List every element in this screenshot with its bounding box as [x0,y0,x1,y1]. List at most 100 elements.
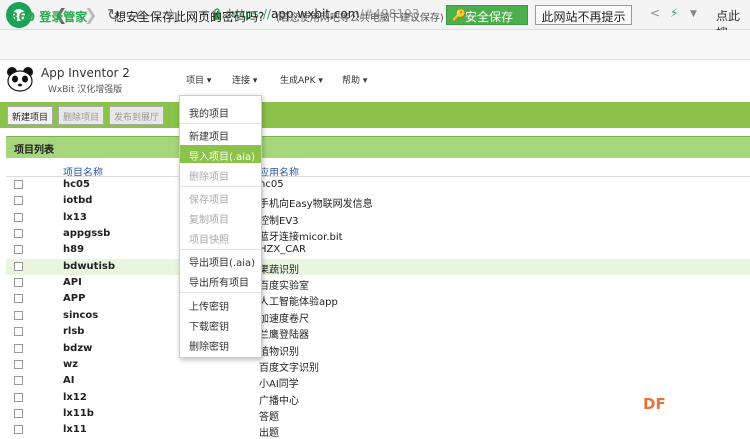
menu-item-delete-key[interactable]: 删除密钥 [180,335,261,353]
menu-item-delete-project[interactable]: 删除项目 [180,165,261,183]
row-checkbox[interactable] [14,213,23,222]
app-title: App Inventor 2 [41,66,130,80]
app-subtitle: WxBit 汉化增强版 [48,85,123,95]
save-question: 想安全保存此网页的密码吗? [114,10,265,24]
menu-item-upload-key[interactable]: 上传密钥 [180,295,261,313]
project-name[interactable]: lx12 [63,392,87,403]
project-name[interactable]: AI [63,375,74,386]
app-name: 加速度卷尺 [259,314,309,325]
row-checkbox[interactable] [14,344,23,353]
table-row[interactable]: lx13 控制EV3 [6,210,750,227]
project-name[interactable]: rlsb [63,326,84,337]
project-name[interactable]: appgssb [63,228,110,239]
project-name[interactable]: wz [63,359,78,370]
row-checkbox[interactable] [14,294,23,303]
row-checkbox[interactable] [14,376,23,385]
brand-label: 360 登录管家 [10,10,88,24]
project-name[interactable]: iotbd [63,195,92,206]
never-prompt-button[interactable]: 此网站不再提示 [535,5,632,25]
menu-item-export-all-projects[interactable]: 导出所有项目 [180,271,261,289]
project-name[interactable]: h89 [63,244,84,255]
table-row[interactable]: wz 百度文字识别 [6,357,750,374]
row-checkbox[interactable] [14,245,23,254]
row-checkbox[interactable] [14,327,23,336]
menu-item-project-snapshot[interactable]: 项目快照 [180,228,261,246]
table-row[interactable]: bdwutisb 果蔬识别 [6,259,750,276]
table-row[interactable]: rlsb 兰鹰登陆器 [6,324,750,341]
menu-connect[interactable]: 连接 ▾ [232,73,257,86]
project-name[interactable]: sincos [63,310,98,321]
table-row[interactable]: sincos 加速度卷尺 [6,308,750,325]
app-name: 控制EV3 [259,216,299,227]
app-name: 手机向Easy物联网发信息 [259,199,373,210]
save-note: (若您使用网吧等公共电脑下建议保存) [276,13,444,24]
row-checkbox[interactable] [14,278,23,287]
app-name: 人工智能体验app [259,297,338,308]
df-watermark: DF [643,395,666,413]
menu-build-apk[interactable]: 生成APK ▾ [280,73,323,86]
table-row[interactable]: lx11 出题 [6,422,750,439]
app-name: 答题 [259,412,279,423]
project-list-header: 项目列表 [6,136,750,158]
app-name: HZX_CAR [259,244,306,255]
menu-item-save-project[interactable]: 保存项目 [180,188,261,206]
menu-item-copy-project[interactable]: 复制项目 [180,208,261,226]
menu-item-download-key[interactable]: 下载密钥 [180,315,261,333]
project-menu-dropdown: 我的项目新建项目导入项目(.aia) 删除项目保存项目复制项目项目快照导出项目(.… [179,95,262,358]
menu-item-export-project[interactable]: 导出项目(.aia) [180,251,261,269]
menu-separator [180,123,261,124]
password-save-bar [0,30,750,60]
row-checkbox[interactable] [14,311,23,320]
row-checkbox[interactable] [14,180,23,189]
panda-logo-icon [7,67,33,92]
app-name: 植物识别 [259,347,299,358]
app-name: 百度文字识别 [259,363,319,374]
table-row[interactable]: AI 小AI同学 [6,373,750,390]
table-row[interactable]: lx11b 答题 [6,406,750,423]
row-checkbox[interactable] [14,360,23,369]
table-row[interactable]: API 百度实验室 [6,275,750,292]
row-checkbox[interactable] [14,393,23,402]
table-row[interactable]: bdzw 植物识别 [6,341,750,358]
app-name: 小AI同学 [259,379,299,390]
app-name: 百度实验室 [259,281,309,292]
project-name[interactable]: bdzw [63,343,92,354]
table-row[interactable]: lx12 广播中心 [6,390,750,407]
row-checkbox[interactable] [14,229,23,238]
project-name[interactable]: hc05 [63,179,90,190]
row-checkbox[interactable] [14,409,23,418]
project-name[interactable]: bdwutisb [63,261,115,272]
chevron-down-icon[interactable]: ▼ [690,9,697,19]
table-row[interactable]: iotbd 手机向Easy物联网发信息 [6,193,750,210]
row-checkbox[interactable] [14,425,23,434]
menu-item-import-project[interactable]: 导入项目(.aia) [180,145,261,163]
project-name[interactable]: API [63,277,82,288]
project-name[interactable]: lx11b [63,408,94,419]
menu-item-my-projects[interactable]: 我的项目 [180,102,261,120]
project-name[interactable]: APP [63,293,85,304]
table-row[interactable]: h89 HZX_CAR [6,242,750,258]
project-list-title: 项目列表 [14,145,54,156]
menu-project[interactable]: 项目 ▾ [186,73,211,86]
secure-save-button[interactable]: 🔑 安全保存 [446,5,528,25]
share-icon[interactable]: < [650,6,660,20]
row-checkbox[interactable] [14,262,23,271]
project-name[interactable]: lx11 [63,424,87,435]
project-name[interactable]: lx13 [63,212,87,223]
table-row[interactable]: hc05 hc05 [6,177,750,193]
lightning-icon[interactable]: ⚡ [670,6,678,20]
new-project-button[interactable]: 新建项目 [7,106,54,125]
table-row[interactable]: APP 人工智能体验app [6,291,750,308]
key-icon: 🔑 [452,9,466,22]
menu-item-new-project[interactable]: 新建项目 [180,125,261,143]
menu-help[interactable]: 帮助 ▾ [342,73,367,86]
app-name: 果蔬识别 [259,265,299,276]
app-name: hc05 [259,179,284,190]
publish-button[interactable]: 发布到展厅 [109,106,165,125]
row-checkbox[interactable] [14,196,23,205]
delete-project-button[interactable]: 删除项目 [58,106,105,125]
table-row[interactable]: appgssb 蓝牙连接micor.bit [6,226,750,243]
app-name: 兰鹰登陆器 [259,330,309,341]
app-name: 蓝牙连接micor.bit [259,232,343,243]
menu-separator [180,292,261,293]
